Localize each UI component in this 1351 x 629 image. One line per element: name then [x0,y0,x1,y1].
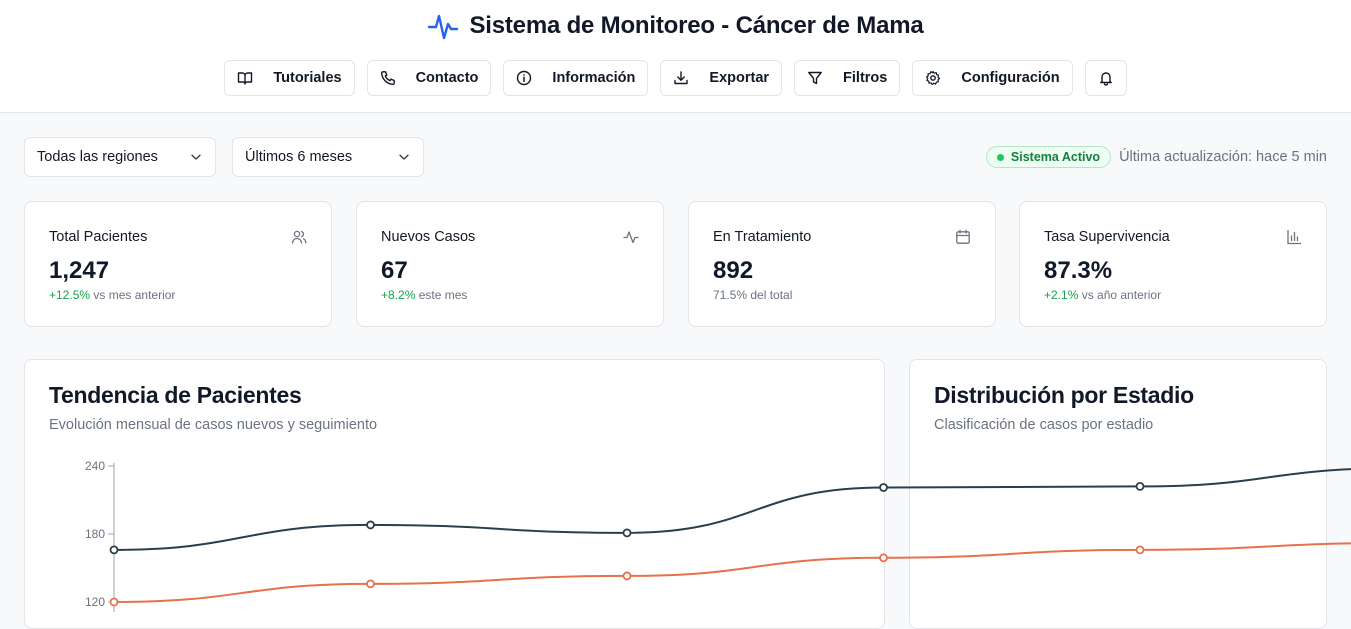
card-note: este mes [415,288,468,302]
users-icon [291,230,307,244]
export-button[interactable]: Exportar [660,60,783,96]
status-badge: Sistema Activo [985,146,1112,168]
contact-label: Contacto [415,70,479,86]
card-value: 892 [713,257,754,284]
settings-icon [926,70,941,86]
heartbeat-icon [428,14,459,40]
activity-icon [623,231,639,244]
trend-panel: Tendencia de Pacientes Evolución mensual… [24,359,885,629]
card-change: +8.2% [381,288,416,302]
filters-button[interactable]: Filtros [794,60,901,96]
bell-icon [1099,72,1112,86]
card-subtext: +2.1% vs año anterior [1044,288,1161,302]
card-value: 67 [381,257,408,284]
card-change: +2.1% [1044,288,1079,302]
card-title: Tasa Supervivencia [1044,229,1170,245]
system-status: Sistema Activo Última actualización: hac… [985,146,1327,168]
stage-panel-title: Distribución por Estadio [934,382,1194,408]
period-select-value: Últimos 6 meses [245,149,353,165]
chevron-down-icon [399,154,409,160]
card-subtext: +8.2% este mes [381,288,467,302]
card-value: 87.3% [1044,257,1113,284]
card-change: +12.5% [49,288,91,302]
info-button[interactable]: Información [503,60,649,96]
info-icon [517,70,532,86]
settings-label: Configuración [961,70,1060,86]
export-label: Exportar [709,70,770,86]
notifications-button[interactable] [1084,60,1127,96]
bar-chart-icon [1287,229,1302,245]
tutorials-label: Tutoriales [273,70,342,86]
status-badge-label: Sistema Activo [1010,150,1101,164]
toolbar: Tutoriales Contacto Información Exportar… [0,60,1351,96]
stat-card-new-cases: Nuevos Casos 67 +8.2% este mes [356,201,664,327]
settings-button[interactable]: Configuración [912,60,1073,96]
chevron-down-icon [191,154,201,160]
download-icon [674,71,689,85]
card-subtext: +12.5% vs mes anterior [49,288,175,302]
period-select[interactable]: Últimos 6 meses [232,137,424,177]
filter-bar: Todas las regiones Últimos 6 meses [24,137,424,177]
card-note: vs mes anterior [90,288,176,302]
status-dot-icon [996,153,1004,161]
stat-card-in-treatment: En Tratamiento 892 71.5% del total [688,201,996,327]
trend-panel-subtitle: Evolución mensual de casos nuevos y segu… [49,417,378,433]
card-title: En Tratamiento [713,229,812,245]
last-updated-text: Última actualización: hace 5 min [1119,149,1327,165]
region-select-value: Todas las regiones [37,149,158,165]
card-note: vs año anterior [1078,288,1162,302]
filter-icon [808,71,822,85]
brand: Sistema de Monitoreo - Cáncer de Mama [0,10,1351,42]
app-title: Sistema de Monitoreo - Cáncer de Mama [469,12,924,39]
card-title: Nuevos Casos [381,229,476,245]
calendar-icon [956,229,970,244]
card-subtext: 71.5% del total [713,288,792,302]
book-open-icon [238,72,253,85]
stat-card-total-patients: Total Pacientes 1,247 +12.5% vs mes ante… [24,201,332,327]
info-label: Información [552,70,636,86]
card-note: 71.5% del total [713,288,793,302]
card-value: 1,247 [49,257,110,284]
tutorials-button[interactable]: Tutoriales [224,60,355,96]
contact-button[interactable]: Contacto [366,60,492,96]
stat-card-survival-rate: Tasa Supervivencia 87.3% +2.1% vs año an… [1019,201,1327,327]
card-title: Total Pacientes [49,229,148,245]
trend-panel-title: Tendencia de Pacientes [49,382,302,408]
region-select[interactable]: Todas las regiones [24,137,216,177]
filters-label: Filtros [843,70,888,86]
app-header: Sistema de Monitoreo - Cáncer de Mama Tu… [0,0,1351,113]
stage-panel-subtitle: Clasificación de casos por estadio [934,417,1154,433]
phone-icon [380,71,395,86]
stage-panel: Distribución por Estadio Clasificación d… [909,359,1327,629]
